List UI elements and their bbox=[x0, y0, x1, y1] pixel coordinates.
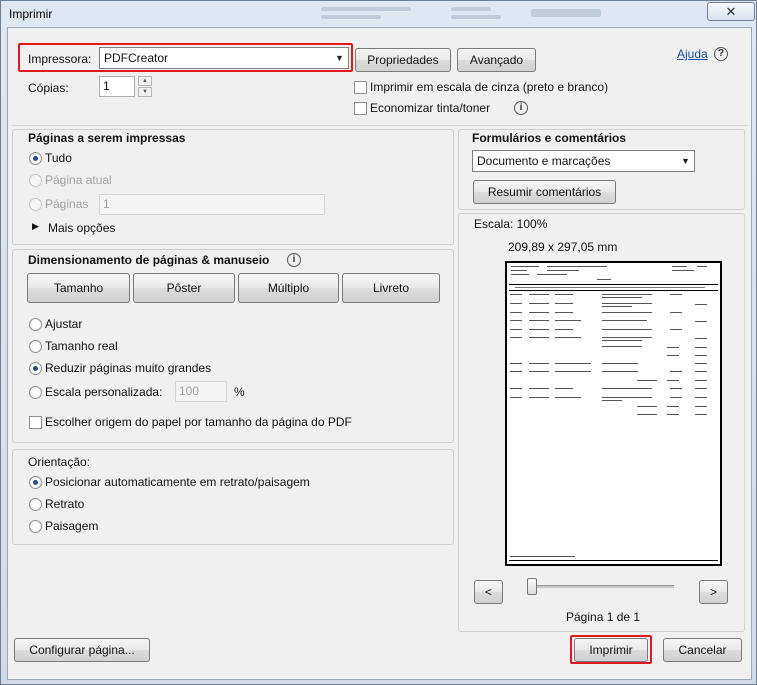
window-title: Imprimir bbox=[9, 7, 53, 21]
prev-page-button[interactable]: < bbox=[474, 580, 503, 604]
radio-shrink[interactable] bbox=[29, 362, 42, 375]
radio-pages-label: Páginas bbox=[45, 197, 89, 211]
properties-button[interactable]: Propriedades bbox=[355, 48, 451, 72]
zoom-slider-thumb[interactable] bbox=[527, 578, 537, 595]
chevron-down-icon: ▼ bbox=[335, 53, 344, 63]
tab-poster[interactable]: Pôster bbox=[133, 273, 235, 303]
more-options-toggle[interactable]: Mais opções bbox=[48, 221, 115, 235]
page-indicator: Página 1 de 1 bbox=[566, 610, 641, 624]
radio-landscape-label: Paisagem bbox=[45, 519, 99, 533]
copies-input[interactable]: 1 bbox=[99, 76, 135, 97]
help-link[interactable]: Ajuda bbox=[677, 47, 708, 61]
radio-all-label: Tudo bbox=[45, 151, 72, 165]
tab-booklet[interactable]: Livreto bbox=[342, 273, 440, 303]
cancel-button[interactable]: Cancelar bbox=[663, 638, 742, 662]
advanced-button[interactable]: Avançado bbox=[457, 48, 536, 72]
radio-auto-orientation[interactable] bbox=[29, 476, 42, 489]
info-icon[interactable]: i bbox=[287, 253, 301, 267]
pages-range-input[interactable]: 1 bbox=[99, 194, 325, 215]
radio-actual-size[interactable] bbox=[29, 340, 42, 353]
orientation-title: Orientação: bbox=[28, 455, 91, 469]
printer-select[interactable]: PDFCreator ▼ bbox=[99, 47, 349, 69]
print-button[interactable]: Imprimir bbox=[574, 638, 648, 662]
help-icon[interactable]: ? bbox=[714, 47, 728, 61]
tab-size[interactable]: Tamanho bbox=[27, 273, 130, 303]
save-ink-checkbox[interactable] bbox=[354, 102, 367, 115]
next-page-button[interactable]: > bbox=[699, 580, 728, 604]
radio-portrait-label: Retrato bbox=[45, 497, 85, 511]
close-icon: ✕ bbox=[725, 4, 737, 19]
radio-current-page[interactable] bbox=[29, 174, 42, 187]
forms-select[interactable]: Documento e marcações ▼ bbox=[472, 150, 695, 172]
printer-value: PDFCreator bbox=[104, 51, 169, 65]
radio-custom-scale-label: Escala personalizada: bbox=[45, 385, 163, 399]
chevron-down-icon: ▼ bbox=[681, 156, 690, 166]
page-setup-button[interactable]: Configurar página... bbox=[14, 638, 150, 662]
radio-fit-label: Ajustar bbox=[45, 317, 83, 331]
preview-scale: Escala: 100% bbox=[474, 217, 548, 231]
copies-increment[interactable]: ▲ bbox=[138, 76, 152, 86]
page-preview bbox=[505, 261, 722, 566]
radio-current-page-label: Página atual bbox=[45, 173, 112, 187]
percent-label: % bbox=[234, 385, 245, 399]
dialog-client: Impressora: PDFCreator ▼ Propriedades Av… bbox=[7, 27, 752, 680]
grayscale-label: Imprimir em escala de cinza (preto e bra… bbox=[370, 80, 609, 94]
grayscale-checkbox[interactable] bbox=[354, 81, 367, 94]
info-icon[interactable]: i bbox=[514, 101, 528, 115]
copies-decrement[interactable]: ▼ bbox=[138, 87, 152, 97]
radio-all[interactable] bbox=[29, 152, 42, 165]
save-ink-label: Economizar tinta/toner bbox=[370, 101, 491, 115]
radio-fit[interactable] bbox=[29, 318, 42, 331]
background-window-ghost bbox=[301, 3, 601, 25]
radio-shrink-label: Reduzir páginas muito grandes bbox=[45, 361, 212, 375]
paper-source-checkbox[interactable] bbox=[29, 416, 42, 429]
close-button[interactable]: ✕ bbox=[707, 2, 755, 21]
radio-custom-scale[interactable] bbox=[29, 386, 42, 399]
divider bbox=[12, 125, 748, 126]
radio-landscape[interactable] bbox=[29, 520, 42, 533]
summarize-comments-button[interactable]: Resumir comentários bbox=[473, 180, 616, 204]
zoom-slider-track[interactable] bbox=[527, 585, 674, 588]
triangle-right-icon[interactable]: ▶ bbox=[32, 221, 39, 232]
sizing-panel-title: Dimensionamento de páginas & manuseio bbox=[28, 253, 270, 267]
title-bar: Imprimir ✕ bbox=[1, 1, 757, 27]
print-dialog: Imprimir ✕ Impressora: PDFCreator ▼ Prop… bbox=[0, 0, 757, 685]
radio-portrait[interactable] bbox=[29, 498, 42, 511]
tab-multiple[interactable]: Múltiplo bbox=[238, 273, 339, 303]
radio-actual-size-label: Tamanho real bbox=[45, 339, 118, 353]
paper-source-label: Escolher origem do papel por tamanho da … bbox=[45, 415, 352, 429]
radio-pages[interactable] bbox=[29, 198, 42, 211]
forms-select-value: Documento e marcações bbox=[477, 154, 611, 168]
custom-scale-input[interactable]: 100 bbox=[175, 381, 227, 402]
forms-panel-title: Formulários e comentários bbox=[472, 131, 627, 145]
preview-dimensions: 209,89 x 297,05 mm bbox=[508, 240, 618, 254]
pages-panel-title: Páginas a serem impressas bbox=[28, 131, 186, 145]
printer-label: Impressora: bbox=[28, 52, 92, 66]
radio-auto-orientation-label: Posicionar automaticamente em retrato/pa… bbox=[45, 475, 310, 489]
copies-label: Cópias: bbox=[28, 81, 69, 95]
